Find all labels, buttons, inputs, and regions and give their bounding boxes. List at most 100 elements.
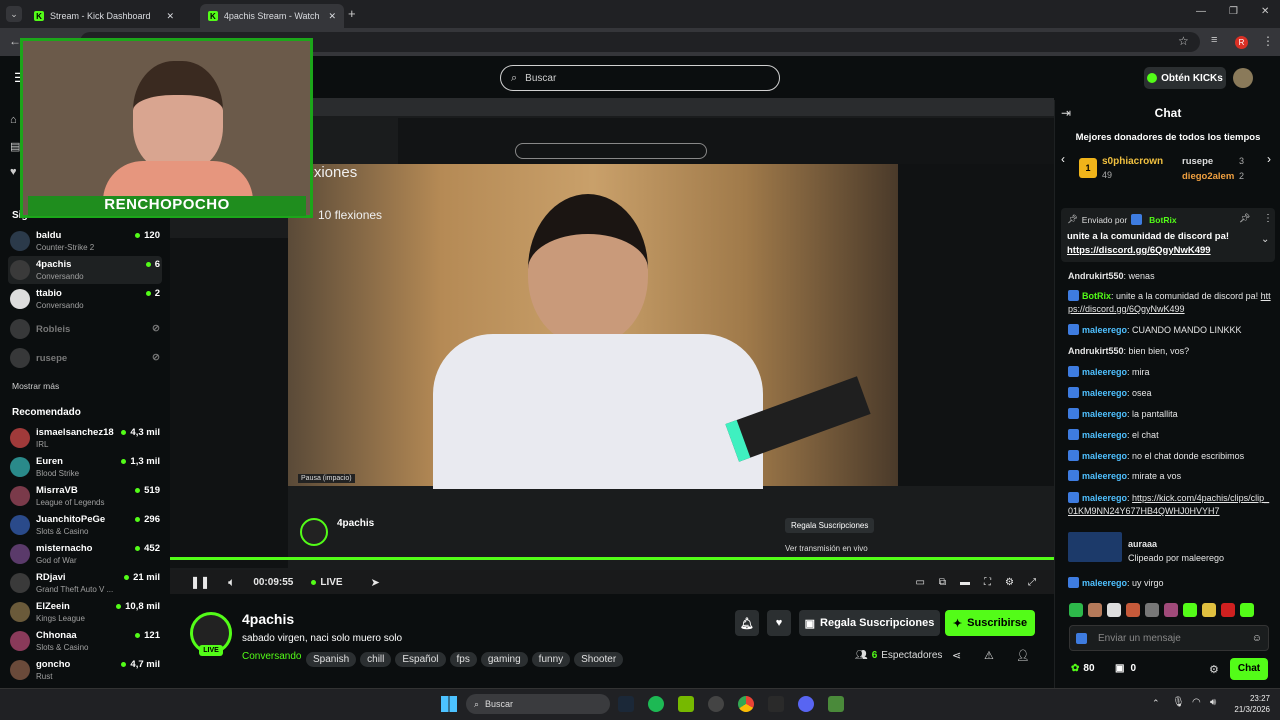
user-avatar[interactable] <box>1233 68 1253 88</box>
follow-heart-button[interactable]: ♥ <box>767 610 791 636</box>
sidebar-item-robleis[interactable]: Robleis ⊘ <box>8 315 162 343</box>
chat-message[interactable]: maleerego: mirate a vos <box>1068 470 1272 483</box>
sidebar-item-ismaelsanchez18[interactable]: ismaelsanchez18 IRL 4,3 mil <box>8 424 162 452</box>
sidebar-item-euren[interactable]: Euren Blood Strike 1,3 mil <box>8 453 162 481</box>
chat-message[interactable]: maleerego: no el chat donde escribimos <box>1068 450 1272 463</box>
tab-list-button[interactable]: ⌄ <box>6 6 22 22</box>
channel-points[interactable]: ✿ 80 <box>1071 663 1095 674</box>
expand-icon[interactable]: ⤢ <box>1028 577 1036 588</box>
donors-next-icon[interactable]: › <box>1267 152 1271 166</box>
tag-chip[interactable]: Shooter <box>574 652 624 667</box>
theater-mode-icon[interactable]: ▬ <box>960 577 970 588</box>
send-chat-button[interactable]: Chat <box>1230 658 1268 680</box>
chat-message[interactable]: maleerego: la pantallita <box>1068 408 1272 421</box>
pinned-link[interactable]: https://discord.gg/6QgyNwK499 <box>1067 245 1211 256</box>
microphone-tray-icon[interactable]: 🎙︎ <box>1172 697 1185 708</box>
epic-games-icon[interactable] <box>768 696 784 712</box>
profile-avatar[interactable]: R <box>1235 36 1248 49</box>
gift-count[interactable]: ▣ 0 <box>1115 663 1136 674</box>
tab-kick-dashboard[interactable]: K Stream - Kick Dashboard ✕ <box>26 4 182 28</box>
sidebar-item-elzeein[interactable]: ElZeein Kings League 10,8 mil <box>8 598 162 626</box>
settings-gear-icon[interactable]: ⚙ <box>1005 577 1014 588</box>
chat-message[interactable]: BotRix: unite a la comunidad de discord … <box>1068 290 1272 316</box>
wifi-icon[interactable]: ◠ <box>1192 697 1201 708</box>
taskbar-search[interactable]: ⌕ Buscar <box>466 694 610 714</box>
clip-thumbnail[interactable] <box>1068 532 1122 562</box>
share-icon[interactable]: ⋖ <box>952 649 961 662</box>
unpin-icon[interactable]: 📌︎ <box>1239 213 1250 224</box>
spotify-icon[interactable] <box>648 696 664 712</box>
sidebar-item-rdjavi[interactable]: RDjavi Grand Theft Auto V ... 21 mil <box>8 569 162 597</box>
chat-settings-icon[interactable]: ⚙ <box>1209 663 1219 676</box>
subscribe-button[interactable]: ✦ Suscribirse <box>945 610 1035 636</box>
minimize-icon[interactable]: — <box>1196 6 1206 17</box>
more-options-icon[interactable]: ⋮ <box>1263 213 1273 224</box>
browse-icon[interactable]: ▤ <box>10 140 20 153</box>
close-window-icon[interactable]: ✕ <box>1261 6 1269 17</box>
streamer-name[interactable]: 4pachis <box>242 611 294 627</box>
taskbar-clock[interactable]: 23:27 21/3/2026 <box>1228 693 1270 715</box>
notifications-bell-button[interactable]: 🔔︎ <box>735 610 759 636</box>
windows-start-icon[interactable] <box>441 696 457 712</box>
home-icon[interactable]: ⌂ <box>10 114 17 126</box>
sidebar-item-misternacho[interactable]: misternacho God of War 452 <box>8 540 162 568</box>
sidebar-item-juanchitopege[interactable]: JuanchitoPeGe Slots & Casino 296 <box>8 511 162 539</box>
chat-message[interactable]: maleerego: uy virgo <box>1068 577 1272 590</box>
tag-chip[interactable]: Español <box>395 652 446 667</box>
minecraft-icon[interactable] <box>828 696 844 712</box>
chat-message[interactable]: auraaa Clipeado por maleerego <box>1068 532 1272 568</box>
nvidia-icon[interactable] <box>678 696 694 712</box>
donors-prev-icon[interactable]: ‹ <box>1061 152 1065 166</box>
report-icon[interactable]: ⚠ <box>984 649 994 662</box>
sidebar-item-rusepe[interactable]: rusepe ⊘ <box>8 344 162 372</box>
emoji-icon[interactable]: ☺ <box>1252 633 1262 644</box>
more-menu-icon[interactable]: ⋮ <box>1262 34 1274 48</box>
close-icon[interactable]: ✕ <box>328 11 336 22</box>
sidebar-item-misrravb[interactable]: MisrraVB League of Legends 519 <box>8 482 162 510</box>
fullscreen-icon[interactable]: ⛶ <box>984 577 991 588</box>
chat-message[interactable]: maleerego: CUANDO MANDO LINKKK <box>1068 324 1272 337</box>
stream-category[interactable]: Conversando <box>242 651 301 662</box>
media-controls-icon[interactable]: ≡ <box>1211 34 1217 46</box>
sidebar-item-4pachis[interactable]: 4pachis Conversando 6 <box>8 256 162 284</box>
speaker-icon[interactable]: 🔊︎ <box>1210 697 1216 708</box>
sidebar-item-goncho[interactable]: goncho Rust 4,7 mil <box>8 656 162 684</box>
tag-chip[interactable]: fps <box>449 652 477 667</box>
chat-message[interactable]: maleerego: https://kick.com/4pachis/clip… <box>1068 492 1272 518</box>
tab-4pachis-stream[interactable]: K 4pachis Stream - Watch Liv ✕ <box>200 4 344 28</box>
get-kicks-button[interactable]: Obtén KICKs <box>1144 67 1226 89</box>
steam-icon[interactable] <box>618 696 634 712</box>
tag-chip[interactable]: gaming <box>480 652 528 667</box>
clip-icon[interactable]: ⧉ <box>939 577 946 588</box>
chevron-down-icon[interactable]: ⌄ <box>1261 234 1269 245</box>
show-more-link[interactable]: Mostrar más <box>12 381 59 391</box>
pinned-message[interactable]: 📌︎ Enviado por BotRix unite a la comunid… <box>1061 208 1275 262</box>
add-user-icon[interactable]: 👤︎ <box>1016 649 1030 662</box>
sidebar-item-ttabio[interactable]: ttabio Conversando 2 <box>8 285 162 313</box>
new-tab-button[interactable]: + <box>348 6 356 21</box>
gift-subs-button[interactable]: ▣ Regala Suscripciones <box>799 610 940 636</box>
sidebar-item-baldu[interactable]: baldu Counter-Strike 2 120 <box>8 227 162 255</box>
tag-chip[interactable]: chill <box>360 652 392 667</box>
volume-icon[interactable]: 🔈︎ <box>228 575 235 590</box>
sidebar-item-chhonaa[interactable]: Chhonaa Slots & Casino 121 <box>8 627 162 655</box>
bookmark-star-icon[interactable]: ☆ <box>1178 34 1189 48</box>
tray-chevron-icon[interactable]: ⌃ <box>1152 698 1160 709</box>
search-input[interactable]: ⌕ Buscar <box>500 65 780 91</box>
progress-bar[interactable] <box>170 557 1054 560</box>
close-icon[interactable]: ✕ <box>166 11 174 22</box>
chat-message[interactable]: maleerego: el chat <box>1068 429 1272 442</box>
following-icon[interactable]: ♥ <box>10 166 17 178</box>
chrome-icon[interactable] <box>738 696 754 712</box>
chat-message[interactable]: maleerego: mira <box>1068 366 1272 379</box>
restore-icon[interactable]: ❐ <box>1229 6 1238 17</box>
obs-icon[interactable] <box>708 696 724 712</box>
chat-message[interactable]: maleerego: osea <box>1068 387 1272 400</box>
pip-icon[interactable]: ▭ <box>915 577 924 588</box>
tag-chip[interactable]: funny <box>531 652 571 667</box>
chat-input[interactable]: Enviar un mensaje ☺ <box>1069 625 1269 651</box>
tag-chip[interactable]: Spanish <box>306 652 357 667</box>
discord-icon[interactable] <box>798 696 814 712</box>
chat-message[interactable]: Andrukirt550: bien bien, vos? <box>1068 345 1272 358</box>
pause-icon[interactable]: ❚❚ <box>190 575 210 589</box>
